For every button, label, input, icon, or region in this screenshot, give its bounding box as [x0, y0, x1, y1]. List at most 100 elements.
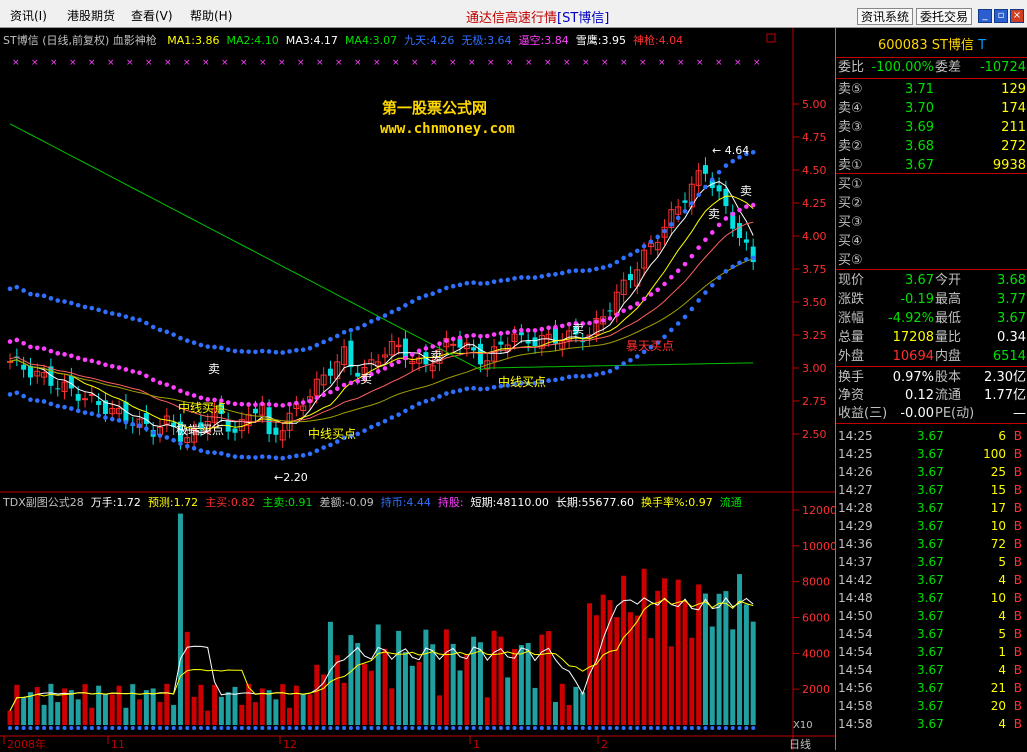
window-title: 通达信高速行情[ST博信]	[466, 7, 609, 26]
blue-dot	[369, 319, 374, 324]
panel-toggle-icon	[766, 33, 776, 43]
blue-dot	[437, 288, 442, 294]
blue-dot	[225, 347, 231, 352]
volume-dot	[151, 726, 156, 730]
blue-dot	[96, 307, 101, 313]
marker-x: ×	[620, 58, 628, 68]
candle-down	[55, 388, 61, 390]
volume-dot	[451, 726, 456, 730]
pink-dot	[750, 202, 756, 208]
blue-dot	[689, 201, 695, 206]
blue-dot	[744, 257, 749, 262]
volume-bar-up	[593, 615, 599, 725]
menu-info[interactable]: 资讯(I)	[10, 7, 47, 24]
volume-bar-up	[641, 568, 647, 725]
tick-side: B	[1013, 465, 1022, 479]
pink-dot	[334, 386, 340, 392]
stat-value: 6514	[992, 349, 1026, 364]
blue-dot	[491, 279, 497, 284]
blue-dot	[75, 302, 81, 308]
blue-dot	[607, 368, 613, 374]
blue-dot	[662, 228, 667, 234]
blue-dot	[723, 268, 729, 274]
blue-dot	[157, 327, 163, 333]
stat-value: -0.19	[900, 292, 934, 307]
menu-hk-futures[interactable]: 港股期货	[67, 7, 115, 24]
restore-icon[interactable]: ▫	[994, 9, 1008, 23]
blue-dot	[300, 453, 306, 458]
volume-bar-up	[198, 684, 204, 725]
volume-dot	[628, 726, 633, 730]
tick-row: 14:28 3.67 17 B	[838, 499, 1027, 517]
vol-axis-label: 12000	[802, 504, 835, 517]
marker-x: ×	[88, 58, 96, 68]
marker-x: ×	[259, 58, 267, 68]
stat-value: —	[1013, 406, 1026, 421]
divider	[836, 269, 1027, 270]
minimize-icon[interactable]: _	[978, 9, 992, 23]
stat-value: -4.92%	[888, 311, 934, 326]
stat-value: 10694	[892, 349, 934, 364]
volume-bar-up	[416, 661, 422, 725]
stat-label: PE(动)	[935, 406, 975, 421]
pink-dot	[662, 281, 667, 287]
marker-x: ×	[658, 58, 666, 68]
blue-dot	[280, 350, 286, 355]
marker-x: ×	[430, 58, 438, 68]
volume-bar-up	[293, 685, 299, 725]
pink-dot	[116, 365, 122, 370]
tick-time: 14:42	[838, 573, 873, 587]
menu-help[interactable]: 帮助(H)	[190, 7, 232, 24]
candle-up	[450, 343, 457, 346]
ask-row: 卖④ 3.70 174	[838, 100, 1027, 118]
blue-dot	[246, 454, 251, 460]
volume-dot	[89, 726, 94, 730]
ask-volume: 211	[1001, 120, 1026, 135]
pink-dot	[375, 369, 381, 374]
volume-dot	[96, 726, 101, 730]
candle-down	[75, 394, 81, 401]
blue-dot	[232, 454, 238, 459]
pink-dot	[157, 380, 163, 386]
blue-dot	[669, 327, 674, 333]
volume-dot	[130, 726, 135, 730]
volume-dot	[669, 726, 674, 730]
pink-dot	[471, 333, 476, 338]
blue-dot	[150, 324, 156, 330]
stat-label: 股本	[935, 370, 962, 385]
pink-dot	[498, 331, 504, 336]
volume-dot	[437, 726, 442, 730]
pink-dot	[737, 207, 742, 213]
menu-view[interactable]: 查看(V)	[131, 7, 173, 24]
volume-bar-up	[157, 702, 163, 725]
watermark-url: www.chnmoney.com	[380, 121, 515, 137]
tick-volume: 4	[998, 717, 1006, 731]
tick-side: B	[1013, 519, 1022, 533]
volume-dot	[164, 726, 169, 730]
blue-dot	[519, 275, 524, 280]
blue-dot	[164, 435, 170, 440]
news-system-button[interactable]: 资讯系统	[857, 8, 914, 25]
sub-indicator-value: 预测:1.72	[147, 496, 199, 509]
main-indicator-header: ST博信 (日线,前复权) 血影神枪 MA1:3.86 MA2:4.10 MA3:4…	[3, 32, 697, 48]
pink-dot	[491, 332, 497, 337]
blue-dot	[48, 296, 54, 301]
volume-bar-up	[362, 663, 368, 725]
vol-axis-label: 8000	[802, 576, 830, 589]
close-icon[interactable]: ×	[1010, 9, 1024, 23]
stat-value: 3.68	[997, 273, 1026, 288]
pink-dot	[150, 377, 156, 383]
pink-dot	[409, 352, 415, 357]
candle-down	[21, 364, 27, 370]
date-label: 2	[601, 738, 608, 750]
trade-button[interactable]: 委托交易	[916, 8, 973, 25]
volume-dot	[533, 726, 537, 730]
pink-dot	[437, 341, 442, 346]
blue-dot	[737, 260, 742, 266]
tick-side: B	[1013, 645, 1022, 659]
pink-dot	[314, 395, 320, 401]
blue-dot	[130, 316, 136, 321]
candle-down	[27, 365, 33, 378]
volume-bar-down	[300, 694, 306, 725]
blue-dot	[266, 349, 272, 354]
